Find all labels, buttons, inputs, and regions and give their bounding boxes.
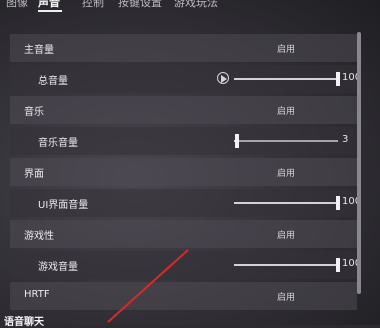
- setting-row-game-volume[interactable]: 游戏音量 100: [10, 251, 361, 279]
- setting-row-music[interactable]: 音乐 启用: [10, 96, 357, 124]
- slider-fill: [234, 202, 338, 204]
- settings-tab-bar: 图像 声音 控制 按键设置 游戏玩法: [0, 0, 380, 14]
- setting-row-gameplay[interactable]: 游戏性 启用: [10, 220, 357, 248]
- slider-fill: [234, 264, 338, 266]
- setting-label: 音乐: [24, 107, 44, 118]
- setting-row-total-volume[interactable]: 总音量 100: [10, 65, 361, 93]
- setting-label: UI界面音量: [38, 200, 89, 211]
- setting-row-interface[interactable]: 界面 启用: [10, 158, 357, 186]
- tab-keybinds[interactable]: 按键设置: [118, 0, 162, 10]
- slider-handle[interactable]: [336, 258, 340, 272]
- toggle-value[interactable]: 启用: [277, 290, 295, 303]
- setting-row-ui-volume[interactable]: UI界面音量 100: [10, 189, 361, 217]
- setting-row-music-volume[interactable]: 音乐音量 3: [10, 127, 357, 155]
- toggle-value[interactable]: 启用: [277, 228, 295, 241]
- slider-handle[interactable]: [336, 72, 340, 86]
- tab-controls[interactable]: 控制: [82, 0, 104, 10]
- setting-label: 音乐音量: [38, 138, 78, 149]
- slider-handle[interactable]: [235, 134, 240, 148]
- toggle-value[interactable]: 启用: [277, 166, 295, 179]
- setting-label: 主音量: [24, 45, 54, 56]
- volume-slider[interactable]: [234, 134, 338, 148]
- slider-handle[interactable]: [336, 196, 340, 210]
- tab-gameplay[interactable]: 游戏玩法: [174, 0, 218, 10]
- tab-graphics[interactable]: 图像: [6, 0, 28, 10]
- section-title-voice-chat: 语音聊天: [4, 317, 44, 328]
- slider-value: 3: [342, 134, 349, 145]
- setting-label: 游戏性: [24, 231, 54, 242]
- setting-label: 界面: [24, 169, 44, 180]
- tab-sound[interactable]: 声音: [38, 0, 60, 10]
- active-tab-indicator: [38, 10, 62, 12]
- setting-row-hrtf[interactable]: HRTF 启用: [10, 282, 357, 310]
- setting-label: 总音量: [38, 76, 68, 87]
- setting-label: 游戏音量: [38, 262, 78, 273]
- volume-slider[interactable]: [234, 72, 340, 86]
- volume-slider[interactable]: [234, 196, 340, 210]
- slider-fill: [234, 78, 338, 80]
- play-icon[interactable]: [217, 72, 229, 84]
- toggle-value[interactable]: 启用: [277, 104, 295, 117]
- setting-row-master-volume[interactable]: 主音量 启用: [10, 34, 357, 62]
- volume-slider[interactable]: [234, 258, 340, 272]
- scrollbar[interactable]: [357, 32, 361, 294]
- toggle-value[interactable]: 启用: [277, 42, 295, 55]
- setting-label: HRTF: [24, 289, 50, 300]
